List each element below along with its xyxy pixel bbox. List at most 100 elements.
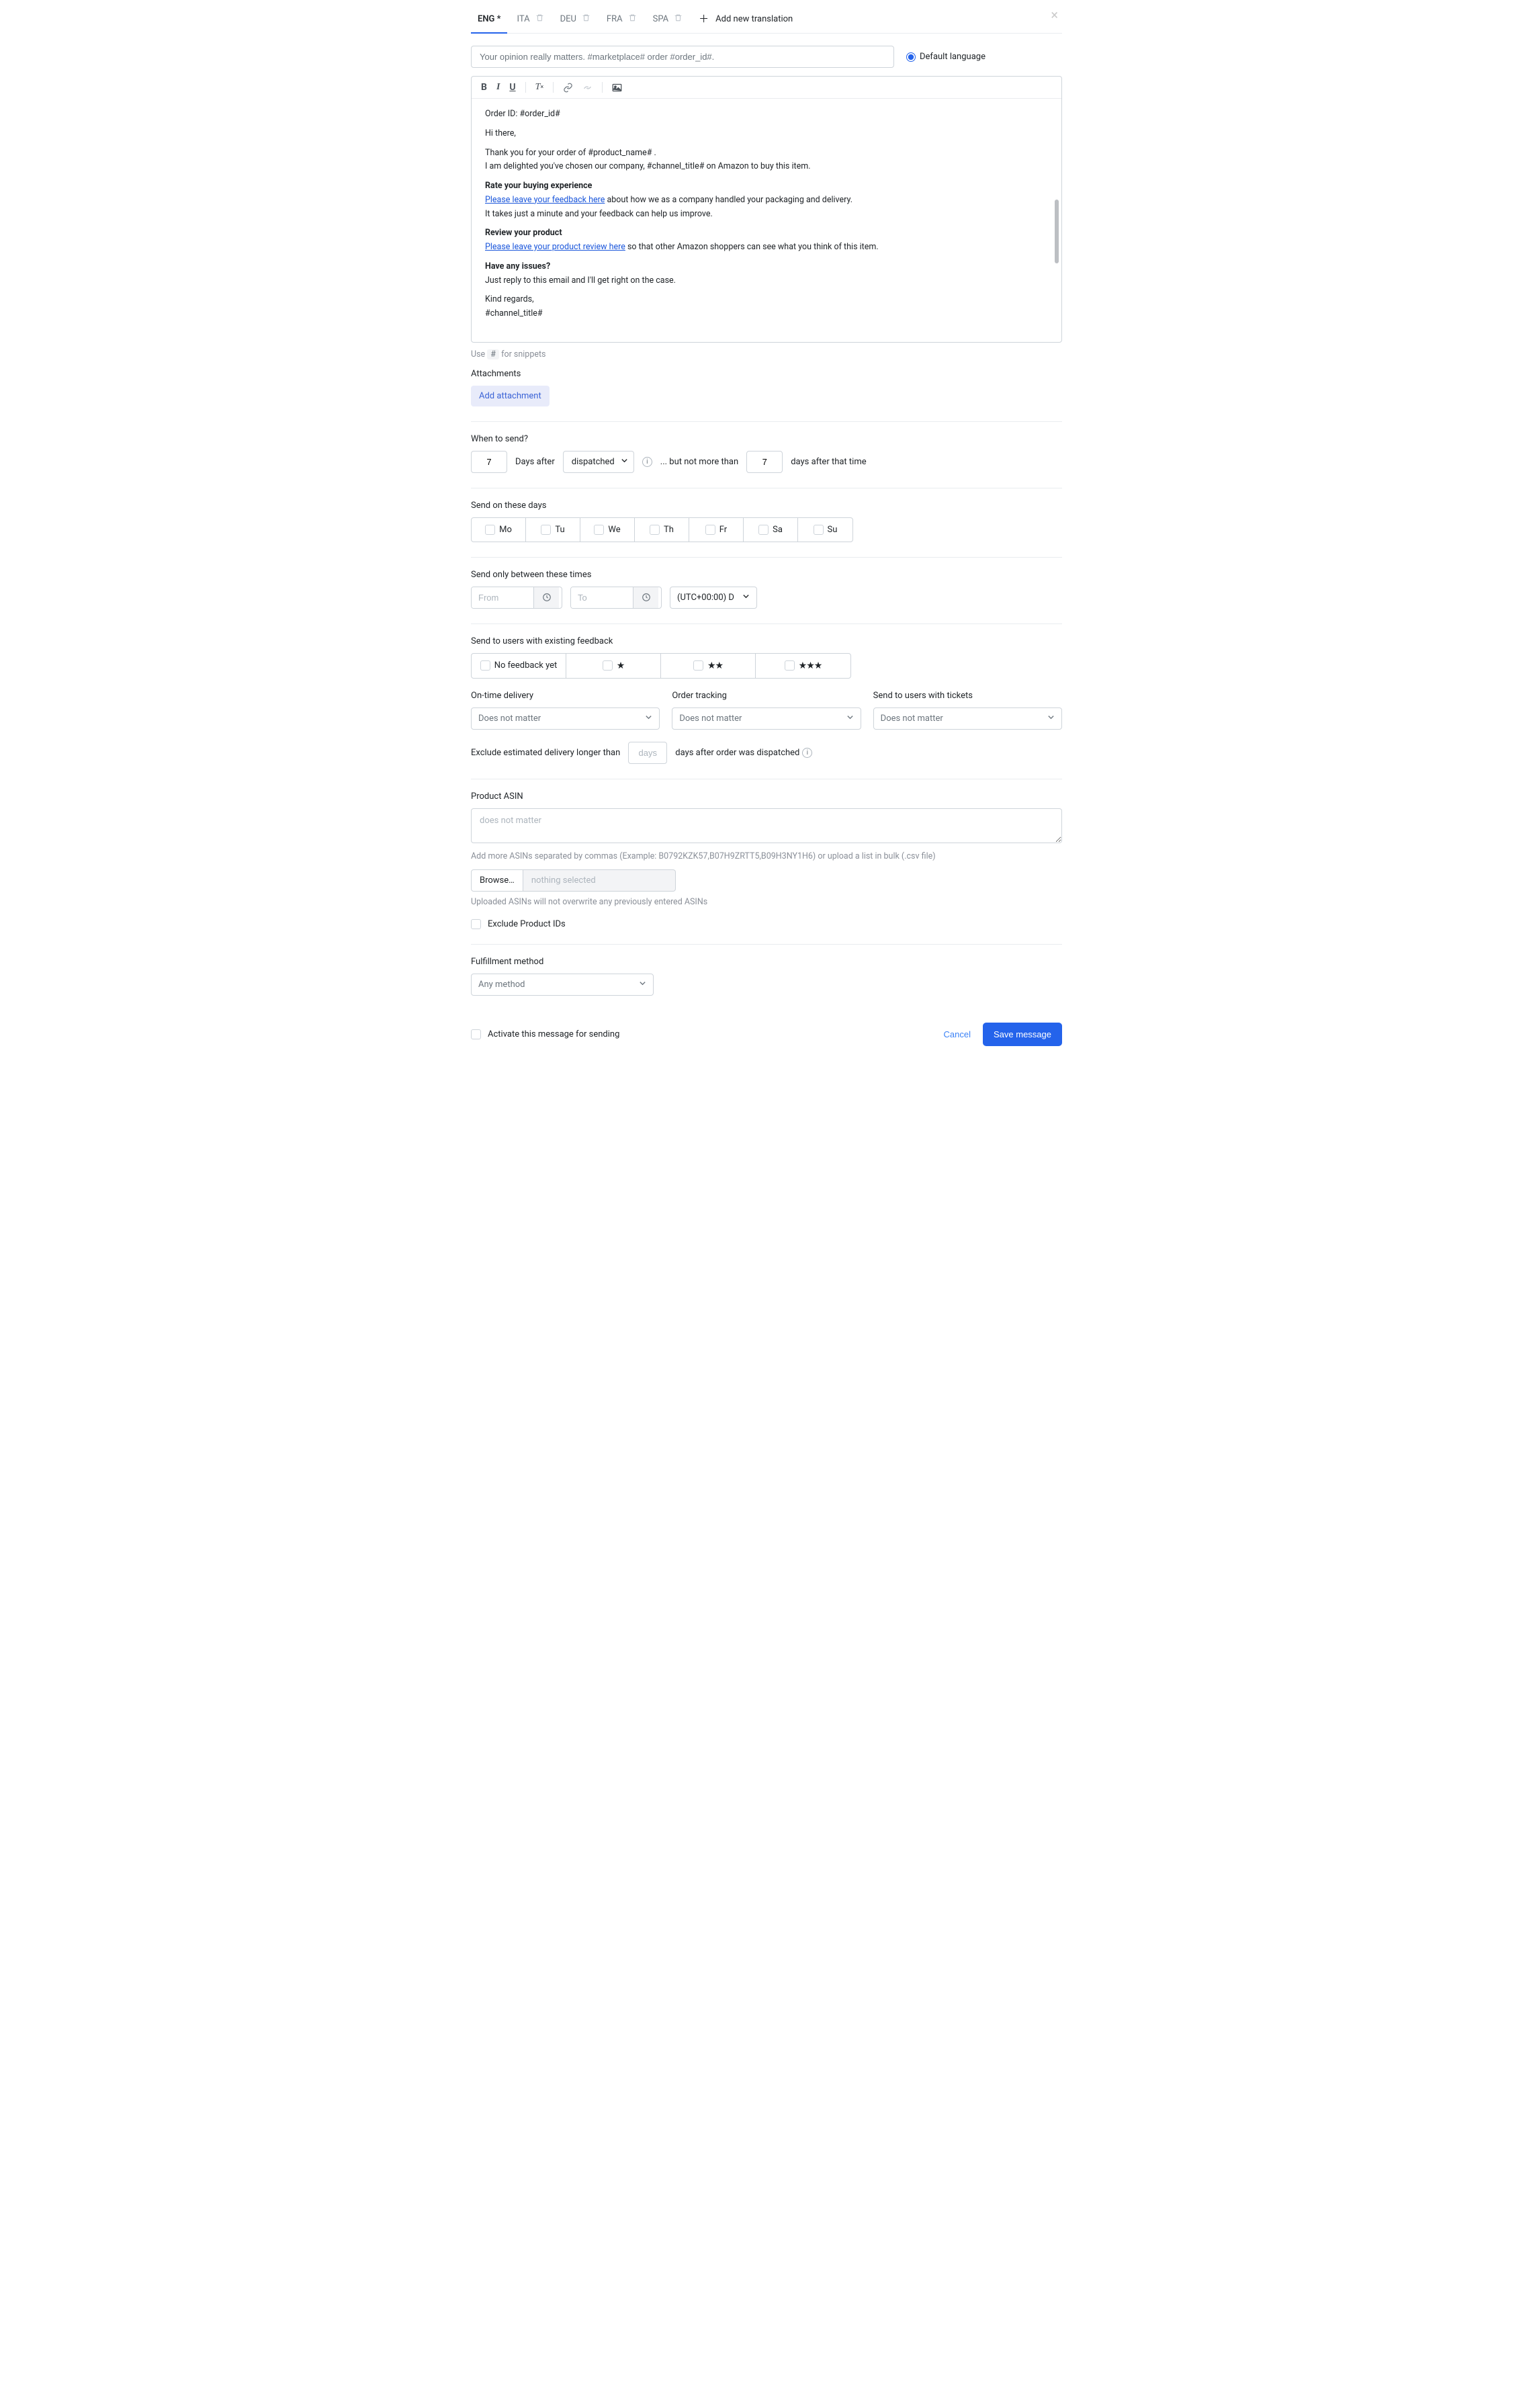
checkbox[interactable]: [650, 525, 660, 535]
unlink-button[interactable]: [582, 83, 593, 93]
toolbar-separator: [553, 82, 554, 93]
bold-button[interactable]: B: [481, 82, 487, 93]
scrollbar-thumb[interactable]: [1055, 200, 1059, 263]
star-icon: ★★: [707, 660, 723, 671]
send-days-label: Send on these days: [471, 501, 1062, 511]
asin-help-text: Add more ASINs separated by commas (Exam…: [471, 851, 1062, 861]
chevron-down-icon: [1047, 714, 1055, 724]
chevron-down-icon: [621, 457, 628, 467]
info-icon[interactable]: i: [802, 748, 812, 758]
tab-ita[interactable]: ITA: [510, 5, 550, 33]
add-translation-button[interactable]: ＋Add new translation: [692, 6, 799, 32]
checkbox[interactable]: [485, 525, 495, 535]
body-feedback-link[interactable]: Please leave your feedback here: [485, 195, 605, 205]
tab-fra[interactable]: FRA: [600, 5, 644, 33]
tab-deu[interactable]: DEU: [554, 5, 597, 33]
max-days-input[interactable]: [746, 451, 783, 473]
day-we[interactable]: We: [580, 518, 635, 542]
info-icon[interactable]: i: [642, 457, 652, 467]
default-language-radio[interactable]: Default language: [906, 52, 986, 62]
body-review-link[interactable]: Please leave your product review here: [485, 242, 625, 252]
days-after-input[interactable]: [471, 451, 507, 473]
tab-spa-label: SPA: [653, 14, 669, 24]
body-rate-tail: about how we as a company handled your p…: [605, 195, 852, 205]
day-tu[interactable]: Tu: [526, 518, 580, 542]
time-to-field[interactable]: [571, 587, 633, 608]
when-to-send-label: When to send?: [471, 434, 1062, 444]
order-tracking-select[interactable]: Does not matter: [672, 707, 861, 730]
checkbox[interactable]: [480, 660, 490, 671]
language-tabs: ENG * ITA DEU FRA SPA ＋Add new translati…: [471, 5, 1062, 34]
product-asin-label: Product ASIN: [471, 791, 1062, 802]
product-asin-input[interactable]: [471, 808, 1062, 843]
checkbox[interactable]: [814, 525, 824, 535]
tab-spa[interactable]: SPA: [646, 5, 690, 33]
close-icon[interactable]: ×: [1051, 7, 1058, 23]
image-button[interactable]: [612, 83, 622, 92]
italic-button[interactable]: I: [496, 82, 500, 93]
toolbar-separator: [525, 82, 526, 93]
tab-fra-label: FRA: [607, 14, 623, 24]
exclude-product-ids-label: Exclude Product IDs: [488, 919, 566, 929]
clock-icon[interactable]: [633, 587, 658, 608]
trash-icon[interactable]: [628, 13, 637, 25]
subject-input[interactable]: [471, 46, 894, 68]
feedback-2star[interactable]: ★★: [661, 654, 756, 678]
save-button[interactable]: Save message: [983, 1023, 1062, 1046]
checkbox[interactable]: [541, 525, 551, 535]
clear-format-button[interactable]: T×: [535, 82, 544, 93]
trash-icon[interactable]: [535, 13, 544, 25]
day-th[interactable]: Th: [635, 518, 689, 542]
link-button[interactable]: [563, 83, 573, 93]
feedback-1star[interactable]: ★: [566, 654, 661, 678]
checkbox[interactable]: [705, 525, 715, 535]
add-attachment-button[interactable]: Add attachment: [471, 386, 550, 406]
time-from-input[interactable]: [471, 587, 562, 609]
tickets-select[interactable]: Does not matter: [873, 707, 1062, 730]
time-to-input[interactable]: [570, 587, 662, 609]
day-mo[interactable]: Mo: [472, 518, 526, 542]
timezone-select[interactable]: (UTC+00:00) D…: [670, 587, 757, 609]
feedback-3star[interactable]: ★★★: [756, 654, 850, 678]
trash-icon[interactable]: [582, 13, 590, 25]
editor-body[interactable]: Order ID: #order_id# Hi there, Thank you…: [472, 99, 1061, 342]
editor-toolbar: B I U T×: [472, 77, 1061, 99]
checkbox[interactable]: [758, 525, 769, 535]
underline-button[interactable]: U: [509, 82, 515, 93]
body-regards: Kind regards,: [485, 294, 1048, 306]
exclude-delivery-days-input[interactable]: [628, 742, 667, 764]
day-fr[interactable]: Fr: [689, 518, 744, 542]
dispatch-event-select[interactable]: dispatched: [563, 451, 634, 473]
body-issues-l1: Just reply to this email and I'll get ri…: [485, 275, 1048, 288]
activate-checkbox[interactable]: [471, 1029, 481, 1039]
chevron-down-icon: [742, 593, 750, 603]
checkbox[interactable]: [693, 660, 703, 671]
star-icon: ★★★: [799, 660, 822, 671]
fulfillment-select[interactable]: Any method: [471, 974, 654, 996]
order-tracking-label: Order tracking: [672, 691, 861, 701]
clock-icon[interactable]: [533, 587, 559, 608]
checkbox[interactable]: [594, 525, 604, 535]
chevron-down-icon: [639, 980, 646, 990]
days-after-label: Days after: [515, 457, 555, 467]
checkbox[interactable]: [785, 660, 795, 671]
browse-button[interactable]: Browse…: [471, 869, 523, 892]
send-times-label: Send only between these times: [471, 570, 1062, 580]
activate-checkbox-row[interactable]: Activate this message for sending: [471, 1029, 619, 1039]
feedback-none[interactable]: No feedback yet: [472, 654, 566, 678]
day-sa[interactable]: Sa: [744, 518, 798, 542]
body-order-id: Order ID: #order_id#: [485, 108, 1048, 121]
ontime-delivery-select[interactable]: Does not matter: [471, 707, 660, 730]
tab-eng[interactable]: ENG *: [471, 6, 507, 34]
dispatch-event-value: dispatched: [572, 457, 615, 467]
exclude-product-ids-checkbox[interactable]: [471, 919, 481, 929]
cancel-button[interactable]: Cancel: [944, 1029, 971, 1039]
default-language-radio-input[interactable]: [906, 52, 916, 62]
day-su[interactable]: Su: [798, 518, 852, 542]
checkbox[interactable]: [603, 660, 613, 671]
body-review-tail: so that other Amazon shoppers can see wh…: [625, 242, 879, 252]
time-from-field[interactable]: [472, 587, 533, 608]
trash-icon[interactable]: [674, 13, 683, 25]
activate-label: Activate this message for sending: [488, 1029, 619, 1039]
timezone-value: (UTC+00:00) D…: [677, 593, 734, 603]
